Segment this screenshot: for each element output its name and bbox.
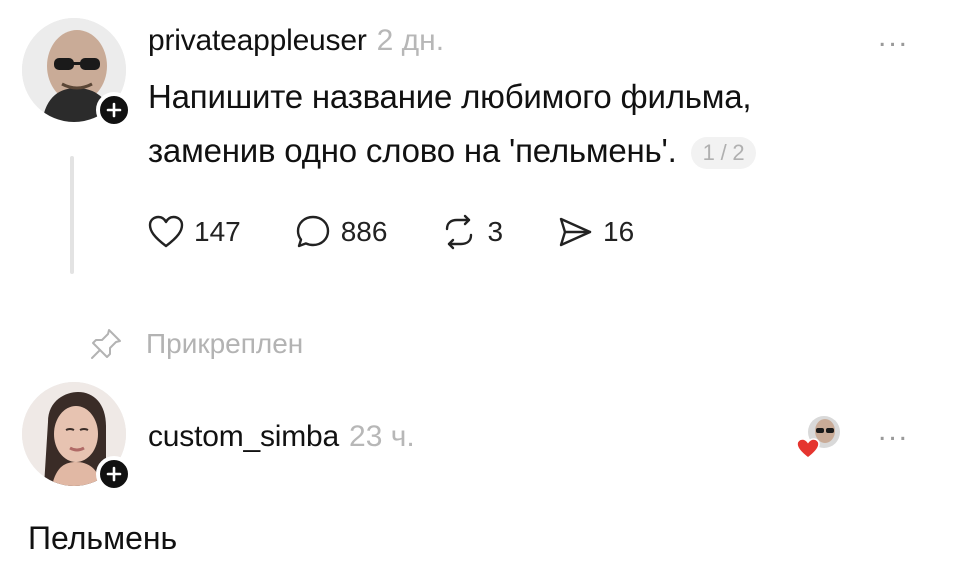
follow-plus-badge[interactable] — [96, 92, 132, 128]
comment-button[interactable]: 886 — [293, 212, 388, 252]
post-text-line-2: заменив одно слово на 'пельмень'. 1 / 2 — [148, 124, 928, 178]
repost-count: 3 — [487, 216, 504, 247]
heart-badge-avatar-icon — [796, 416, 840, 460]
share-count: 16 — [603, 216, 635, 247]
post-username[interactable]: privateappleuser — [148, 24, 367, 57]
reply-more-button[interactable]: ... — [878, 414, 909, 448]
share-button[interactable]: 16 — [555, 212, 634, 252]
plus-icon — [106, 466, 122, 482]
thread-line — [70, 156, 74, 274]
reply-time: 23 ч. — [349, 420, 415, 453]
reply-username[interactable]: custom_simba — [148, 420, 339, 453]
like-count: 147 — [194, 216, 241, 247]
post-actions: 147 886 3 16 — [146, 212, 686, 252]
send-icon — [559, 217, 592, 247]
like-button[interactable]: 147 — [146, 212, 241, 252]
pin-icon — [91, 329, 121, 359]
follow-plus-badge[interactable] — [96, 456, 132, 492]
comment-bubble-icon — [296, 215, 329, 248]
pinned-indicator: Прикреплен — [88, 326, 303, 362]
page-indicator: 1 / 2 — [690, 137, 757, 170]
heart-icon — [148, 215, 184, 248]
post-author-avatar-wrap[interactable] — [22, 18, 132, 128]
reply-author-avatar-wrap[interactable] — [22, 382, 132, 492]
pinned-label: Прикреплен — [146, 328, 304, 359]
author-liked-badge — [796, 414, 840, 460]
post-more-button[interactable]: ... — [878, 20, 909, 54]
reply-header: custom_simba 23 ч. — [148, 420, 415, 454]
comment-count: 886 — [340, 216, 388, 247]
post-header: privateappleuser 2 дн. — [148, 24, 444, 58]
post-time: 2 дн. — [376, 24, 445, 57]
repost-button[interactable]: 3 — [439, 212, 503, 252]
post-text-line-1: Напишите название любимого фильма, — [148, 78, 752, 115]
plus-icon — [106, 102, 122, 118]
reply-text: Пельмень — [28, 520, 178, 556]
post-text-line-2-text: заменив одно слово на 'пельмень'. — [148, 132, 677, 169]
post-text: Напишите название любимого фильма, замен… — [148, 70, 928, 178]
repost-icon — [446, 214, 473, 250]
